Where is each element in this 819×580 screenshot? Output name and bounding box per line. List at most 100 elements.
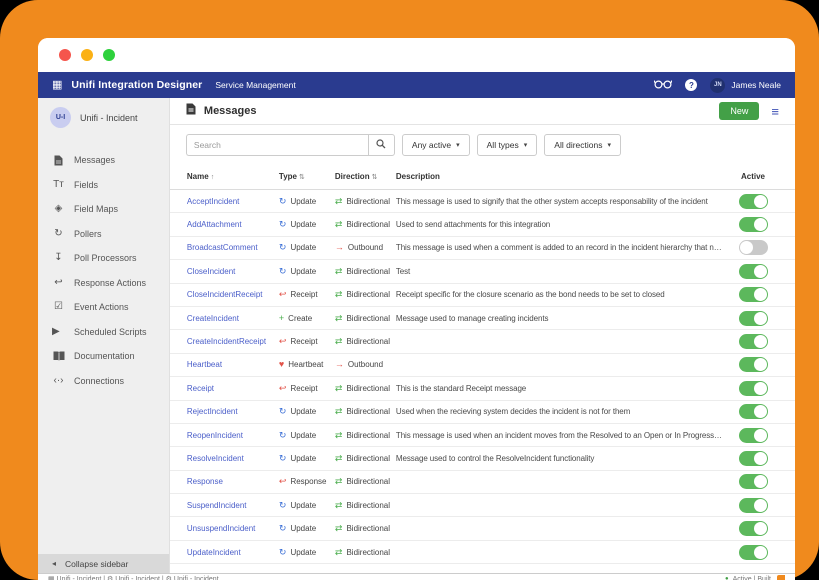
sidebar-item-pollers[interactable]: ↻Pollers xyxy=(38,222,169,247)
bidirectional-icon: ⇄ xyxy=(335,220,343,229)
status-bar-tabs[interactable]: ▦ Unifi - Incident | ⚙ Unifi - Incident … xyxy=(48,575,219,580)
toggle-knob xyxy=(754,288,767,301)
message-name-link[interactable]: RejectIncident xyxy=(187,407,275,416)
message-direction-label: Bidirectional xyxy=(346,407,390,416)
message-direction-label: Bidirectional xyxy=(346,267,390,276)
app-body: U-I Unifi - Incident MessagesTᴛFields◈Fi… xyxy=(38,98,795,573)
minimize-button[interactable] xyxy=(81,49,93,61)
message-name-link[interactable]: Receipt xyxy=(187,384,275,393)
toggle-knob xyxy=(754,195,767,208)
active-toggle[interactable] xyxy=(739,287,768,302)
filter-types-dropdown[interactable]: All types ▾ xyxy=(477,134,538,156)
message-type-label: Update xyxy=(290,197,316,206)
message-name-link[interactable]: BroadcastComment xyxy=(187,243,275,252)
search-button[interactable] xyxy=(368,134,395,156)
integration-name: Unifi - Incident xyxy=(80,113,138,123)
message-description: This message is used to signify that the… xyxy=(396,197,724,206)
active-toggle[interactable] xyxy=(739,428,768,443)
sidebar-item-field-maps[interactable]: ◈Field Maps xyxy=(38,197,169,222)
table-row: ReopenIncident↻Update⇄BidirectionalThis … xyxy=(170,424,795,447)
filter-directions-dropdown[interactable]: All directions ▾ xyxy=(544,134,621,156)
message-name-link[interactable]: AcceptIncident xyxy=(187,197,275,206)
message-direction-label: Bidirectional xyxy=(346,337,390,346)
bidirectional-icon: ⇄ xyxy=(335,431,343,440)
active-toggle[interactable] xyxy=(739,357,768,372)
message-type: ↻Update xyxy=(279,524,331,533)
bidirectional-icon: ⇄ xyxy=(335,290,343,299)
sidebar-item-label: Field Maps xyxy=(74,204,118,214)
zoom-button[interactable] xyxy=(103,49,115,61)
message-direction: ⇄Bidirectional xyxy=(335,267,392,276)
message-name-link[interactable]: CreateIncident xyxy=(187,314,275,323)
active-toggle[interactable] xyxy=(739,521,768,536)
active-toggle[interactable] xyxy=(739,404,768,419)
checkbox-icon: ☑ xyxy=(52,302,65,312)
app-subtitle: Service Management xyxy=(215,80,295,90)
message-name-link[interactable]: CloseIncident xyxy=(187,267,275,276)
toggle-knob xyxy=(754,358,767,371)
sort-icon: ⇅ xyxy=(372,174,378,181)
message-name-link[interactable]: ResolveIncident xyxy=(187,454,275,463)
message-name-link[interactable]: CreateIncidentReceipt xyxy=(187,337,275,346)
message-name-link[interactable]: Response xyxy=(187,477,275,486)
message-direction: ⇄Bidirectional xyxy=(335,407,392,416)
message-name-link[interactable]: SuspendIncident xyxy=(187,501,275,510)
active-toggle[interactable] xyxy=(739,334,768,349)
spectacles-icon[interactable] xyxy=(654,76,672,94)
message-name-link[interactable]: Heartbeat xyxy=(187,360,275,369)
column-header-name[interactable]: Name↑ xyxy=(187,172,275,181)
search-icon xyxy=(376,136,386,154)
sidebar-item-documentation[interactable]: Documentation xyxy=(38,344,169,369)
active-toggle[interactable] xyxy=(739,194,768,209)
active-toggle[interactable] xyxy=(739,498,768,513)
table-row: SuspendIncident↻Update⇄Bidirectional xyxy=(170,494,795,517)
sync-icon: ↻ xyxy=(279,524,287,533)
sync-icon: ↻ xyxy=(279,548,287,557)
message-name-link[interactable]: CloseIncidentReceipt xyxy=(187,290,275,299)
column-header-direction[interactable]: Direction⇅ xyxy=(335,172,392,181)
message-direction-label: Outbound xyxy=(348,243,383,252)
sidebar-item-response-actions[interactable]: ↩Response Actions xyxy=(38,271,169,296)
message-description: Test xyxy=(396,267,724,276)
active-toggle[interactable] xyxy=(739,381,768,396)
play-circle-icon: ▶ xyxy=(52,327,65,337)
message-type: ↻Update xyxy=(279,501,331,510)
message-name-link[interactable]: UnsuspendIncident xyxy=(187,524,275,533)
app-grid-icon[interactable]: ▦ xyxy=(52,80,62,91)
active-toggle[interactable] xyxy=(739,240,768,255)
user-avatar: JN xyxy=(710,78,725,93)
sidebar-item-fields[interactable]: TᴛFields xyxy=(38,173,169,198)
chevron-down-icon: ▾ xyxy=(456,141,460,149)
integration-selector[interactable]: U-I Unifi - Incident xyxy=(38,98,169,136)
sidebar-item-scheduled-scripts[interactable]: ▶Scheduled Scripts xyxy=(38,320,169,345)
reply-icon: ↩ xyxy=(279,290,287,299)
sidebar-item-poll-processors[interactable]: ↧Poll Processors xyxy=(38,246,169,271)
sidebar-item-connections[interactable]: ‹·›Connections xyxy=(38,369,169,394)
main-content: Messages New ≡ xyxy=(170,98,795,573)
message-name-link[interactable]: ReopenIncident xyxy=(187,431,275,440)
active-toggle[interactable] xyxy=(739,451,768,466)
refresh-clock-icon: ↻ xyxy=(52,229,65,239)
toolbar: Any active ▾ All types ▾ All directions … xyxy=(170,125,795,164)
active-toggle[interactable] xyxy=(739,474,768,489)
active-toggle[interactable] xyxy=(739,217,768,232)
user-menu[interactable]: JN James Neale xyxy=(710,78,781,93)
active-toggle[interactable] xyxy=(739,264,768,279)
active-toggle[interactable] xyxy=(739,545,768,560)
sidebar-item-messages[interactable]: Messages xyxy=(38,148,169,173)
close-button[interactable] xyxy=(59,49,71,61)
help-icon[interactable]: ? xyxy=(685,79,697,91)
menu-icon[interactable]: ≡ xyxy=(771,105,779,118)
active-toggle[interactable] xyxy=(739,311,768,326)
toggle-knob xyxy=(754,499,767,512)
filter-active-dropdown[interactable]: Any active ▾ xyxy=(402,134,470,156)
message-name-link[interactable]: UpdateIncident xyxy=(187,548,275,557)
new-button[interactable]: New xyxy=(719,102,759,120)
message-name-link[interactable]: AddAttachment xyxy=(187,220,275,229)
user-name: James Neale xyxy=(731,80,781,90)
message-type-label: Response xyxy=(290,477,326,486)
search-input[interactable] xyxy=(186,134,368,156)
column-header-type[interactable]: Type⇅ xyxy=(279,172,331,181)
collapse-sidebar-button[interactable]: ◂ Collapse sidebar xyxy=(38,554,169,573)
sidebar-item-event-actions[interactable]: ☑Event Actions xyxy=(38,295,169,320)
